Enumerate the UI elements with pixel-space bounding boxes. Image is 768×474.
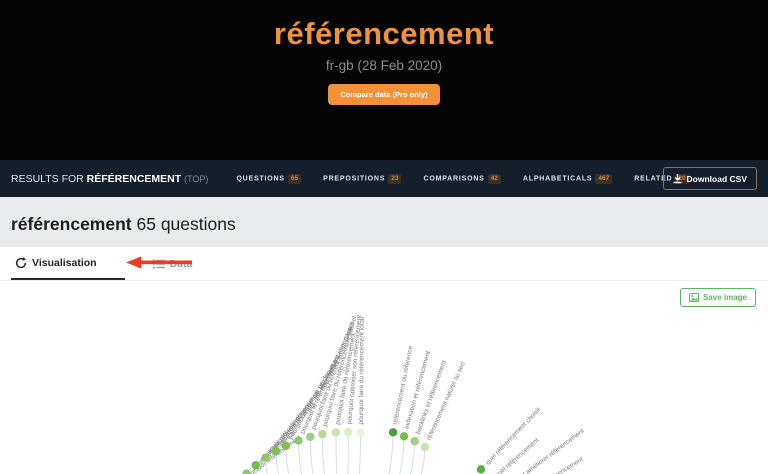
nav-tab-count: 467 bbox=[595, 174, 612, 184]
branch-dot[interactable] bbox=[410, 437, 418, 445]
branch-dot[interactable] bbox=[318, 430, 326, 438]
nav-tab-prepositions[interactable]: PREPOSITIONS23 bbox=[323, 174, 401, 184]
branch-line bbox=[347, 436, 404, 474]
branch-dot[interactable] bbox=[272, 447, 280, 455]
branch-line bbox=[347, 433, 361, 474]
branch-line bbox=[336, 432, 347, 474]
nav-tab-questions[interactable]: QUESTIONS65 bbox=[236, 174, 301, 184]
results-prefix: RESULTS FOR bbox=[11, 173, 84, 185]
branch-line bbox=[347, 469, 481, 474]
results-scope: (TOP) bbox=[184, 174, 208, 184]
image-icon bbox=[689, 293, 699, 302]
branch-line bbox=[347, 441, 415, 474]
search-meta: fr-gb (28 Feb 2020) bbox=[0, 58, 768, 73]
results-keyword: RÉFÉRENCEMENT bbox=[87, 173, 182, 185]
nav-tab-count: 42 bbox=[488, 174, 501, 184]
branch-dot[interactable] bbox=[356, 428, 364, 436]
branch-line bbox=[310, 437, 347, 474]
nav-menu: QUESTIONS65 PREPOSITIONS23 COMPARISONS42 AL… bbox=[236, 174, 688, 184]
hero-header: référencement fr-gb (28 Feb 2020) Compar… bbox=[0, 0, 768, 160]
branch-label[interactable]: pourquoi faire du référencement local bbox=[358, 316, 366, 424]
download-csv-button[interactable]: Download CSV bbox=[663, 167, 757, 190]
branch-line bbox=[286, 446, 347, 474]
branch-dot[interactable] bbox=[261, 453, 269, 461]
results-heading: référencement 65 questions bbox=[11, 214, 768, 235]
branch-dot[interactable] bbox=[294, 436, 302, 444]
annotation-arrow bbox=[126, 256, 192, 269]
branch-dot[interactable] bbox=[332, 428, 340, 436]
save-image-button[interactable]: Save image bbox=[680, 288, 756, 307]
branch-dot[interactable] bbox=[477, 465, 485, 473]
heading-count: 65 questions bbox=[132, 214, 236, 234]
nav-tab-alphabeticals[interactable]: ALPHABETICALS467 bbox=[523, 174, 612, 184]
branch-dot[interactable] bbox=[344, 428, 352, 436]
branch-dot[interactable] bbox=[306, 433, 314, 441]
heading-keyword: référencement bbox=[11, 214, 132, 234]
visualisation-icon bbox=[15, 257, 27, 269]
compare-data-button[interactable]: Compare data (Pro only) bbox=[328, 84, 439, 105]
visualisation-panel: pourquoi référencementpourquoi référence… bbox=[0, 281, 768, 474]
branch-dot[interactable] bbox=[421, 443, 429, 451]
heading-band: référencement 65 questions bbox=[0, 197, 768, 247]
branch-dot[interactable] bbox=[400, 432, 408, 440]
branch-dot[interactable] bbox=[252, 461, 260, 469]
questions-wheel: pourquoi référencementpourquoi référence… bbox=[0, 281, 768, 474]
page-title: référencement bbox=[0, 16, 768, 52]
branch-line bbox=[347, 432, 348, 474]
branch-line bbox=[322, 434, 347, 474]
download-icon bbox=[673, 174, 682, 184]
results-for-label: RESULTS FOR RÉFÉRENCEMENT (TOP) bbox=[11, 173, 208, 185]
branch-dot[interactable] bbox=[282, 442, 290, 450]
branch-line bbox=[347, 432, 393, 474]
tab-visualisation[interactable]: Visualisation bbox=[11, 247, 125, 280]
nav-tab-count: 23 bbox=[388, 174, 401, 184]
nav-tab-count: 65 bbox=[288, 174, 301, 184]
nav-tab-comparisons[interactable]: COMPARISONS42 bbox=[423, 174, 500, 184]
branch-dot[interactable] bbox=[389, 428, 397, 436]
view-tabs: Visualisation Data bbox=[0, 247, 768, 281]
results-navbar: RESULTS FOR RÉFÉRENCEMENT (TOP) QUESTION… bbox=[0, 160, 768, 197]
